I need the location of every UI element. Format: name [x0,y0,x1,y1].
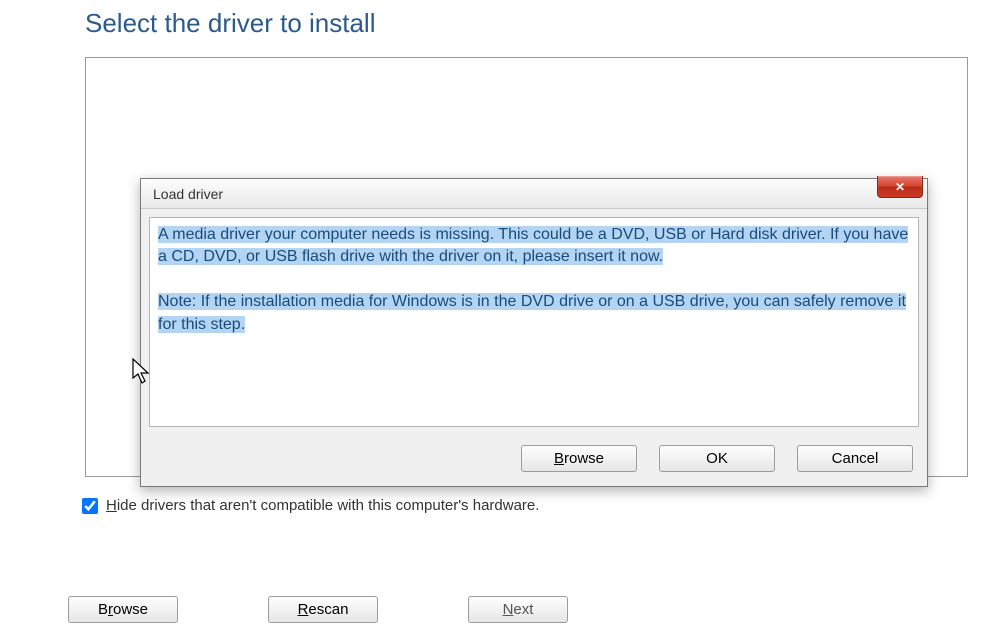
hide-incompatible-row: Hide drivers that aren't compatible with… [82,497,980,514]
hide-incompatible-label[interactable]: Hide drivers that aren't compatible with… [106,497,539,514]
dialog-cancel-button[interactable]: Cancel [797,445,913,472]
dialog-title: Load driver [153,186,223,202]
dialog-body[interactable]: A media driver your computer needs is mi… [149,217,919,427]
browse-button[interactable]: Browse [68,596,178,623]
hide-incompatible-checkbox[interactable] [82,498,98,514]
rescan-button[interactable]: Rescan [268,596,378,623]
close-icon: ✕ [895,181,905,193]
dialog-ok-button[interactable]: OK [659,445,775,472]
load-driver-dialog: Load driver ✕ A media driver your comput… [140,178,928,487]
bottom-button-row: Browse Rescan Next [0,596,1000,623]
dialog-message-1: A media driver your computer needs is mi… [158,226,908,265]
dialog-titlebar[interactable]: Load driver ✕ [141,179,927,209]
dialog-message-2: Note: If the installation media for Wind… [158,293,906,332]
next-button[interactable]: Next [468,596,568,623]
page-title: Select the driver to install [85,8,980,39]
dialog-browse-button[interactable]: Browse [521,445,637,472]
dialog-button-row: Browse OK Cancel [141,435,927,486]
close-button[interactable]: ✕ [877,176,923,198]
